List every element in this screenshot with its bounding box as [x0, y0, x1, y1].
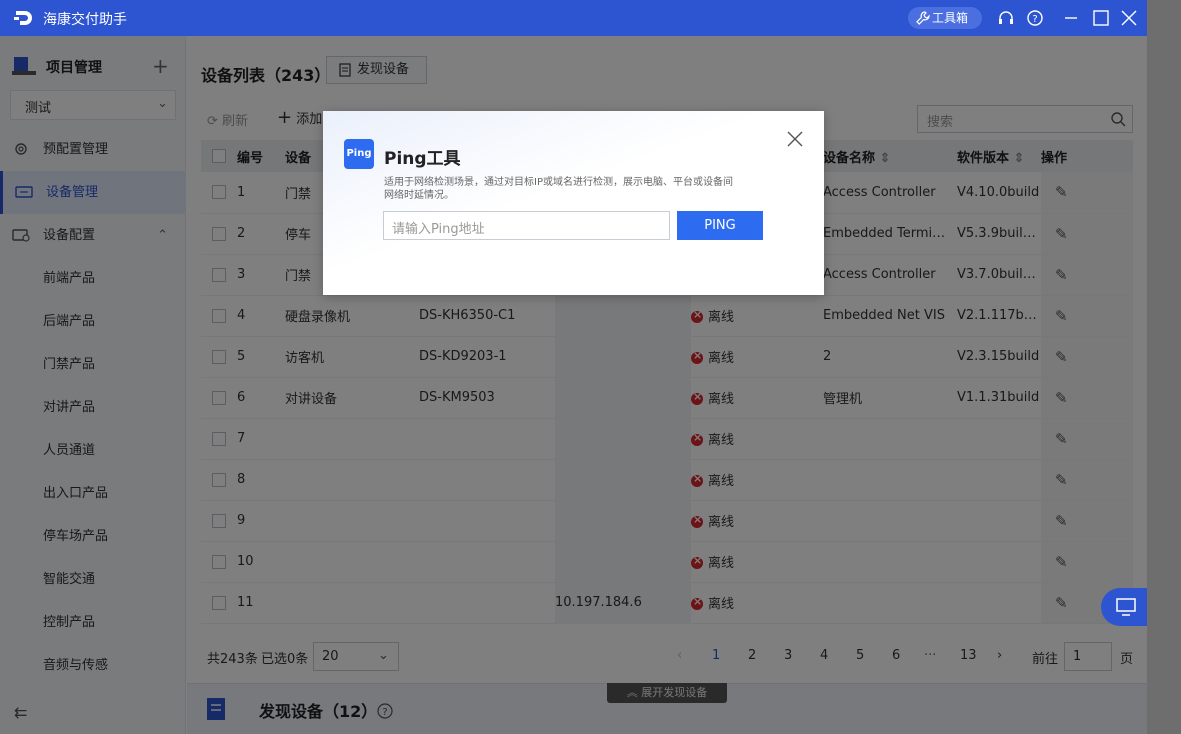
ping-badge-icon: Ping	[344, 139, 374, 169]
wrench-icon	[916, 11, 930, 25]
toolbox-label: 工具箱	[932, 11, 969, 25]
help-icon[interactable]: ?	[1026, 9, 1044, 27]
close-icon[interactable]	[785, 129, 805, 149]
app-title: 海康交付助手	[43, 12, 127, 28]
headset-icon[interactable]	[997, 9, 1015, 27]
ping-dialog: Ping Ping工具 适用于网络检测场景，通过对目标IP或域名进行检测，展示电…	[323, 111, 824, 295]
app-window: 海康交付助手 工具箱 ? 项目管理 + 测试 ⌄ 预配置管理 设	[0, 0, 1147, 734]
ping-button[interactable]: PING	[677, 211, 763, 240]
toolbox-button[interactable]: 工具箱	[908, 7, 982, 29]
dialog-title: Ping工具	[384, 149, 461, 169]
title-bar: 海康交付助手 工具箱 ?	[0, 0, 1147, 36]
svg-text:?: ?	[1032, 14, 1037, 25]
minimize-icon[interactable]	[1062, 9, 1080, 27]
close-window-icon[interactable]	[1120, 9, 1138, 27]
dialog-description: 适用于网络检测场景，通过对目标IP或域名进行检测，展示电脑、平台或设备间网络时延…	[384, 177, 733, 201]
floating-assistant-button[interactable]	[1101, 588, 1147, 626]
ping-input-placeholder: 请输入Ping地址	[392, 222, 485, 237]
monitor-icon	[1116, 598, 1136, 616]
background-window-strip	[1147, 0, 1181, 734]
ping-address-input[interactable]: 请输入Ping地址	[383, 211, 670, 240]
maximize-icon[interactable]	[1092, 9, 1110, 27]
app-logo-icon	[14, 11, 32, 25]
